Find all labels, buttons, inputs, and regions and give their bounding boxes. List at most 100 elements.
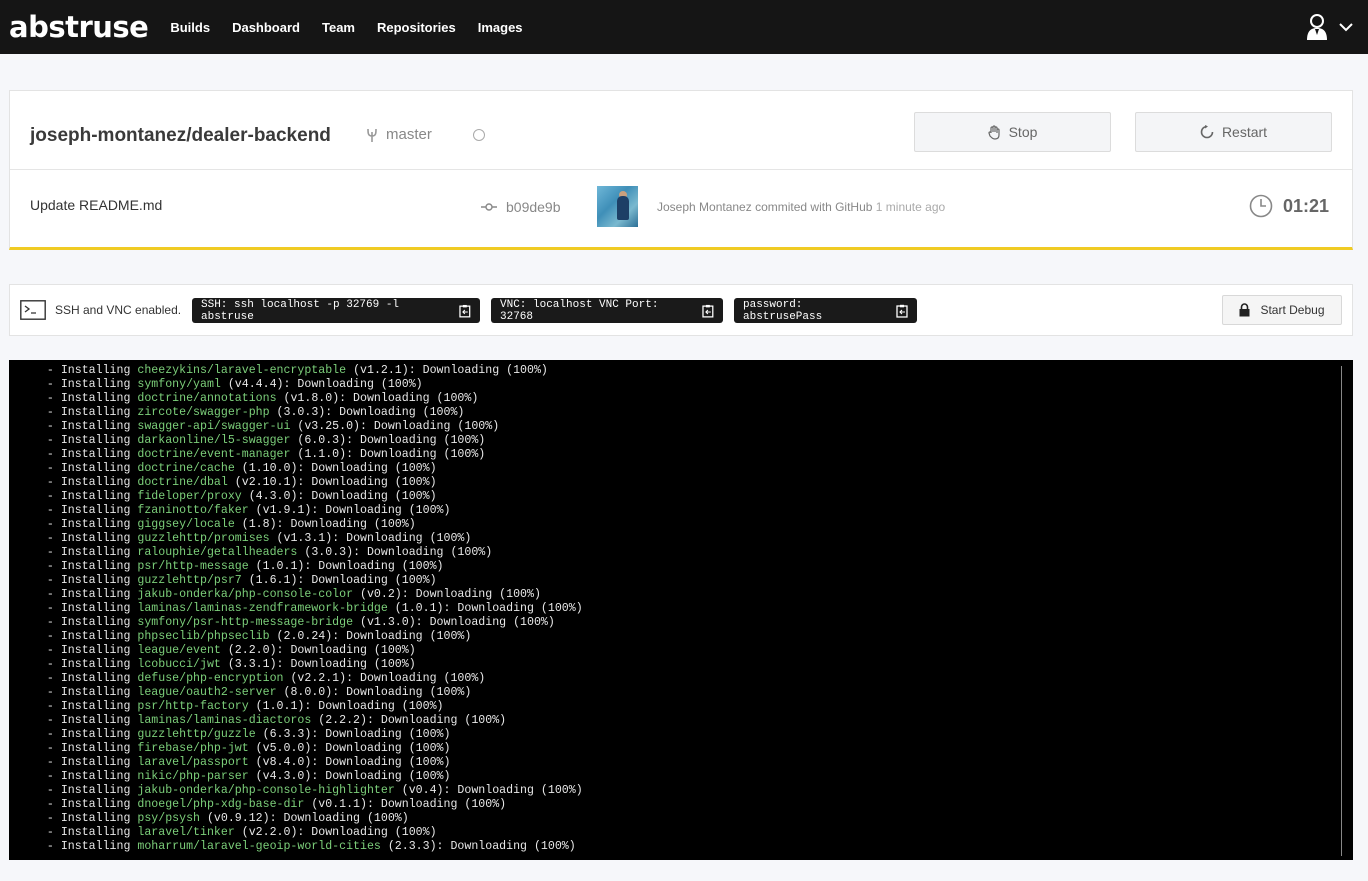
log-line: - Installing fideloper/proxy (4.3.0): Do… bbox=[33, 490, 1353, 504]
log-lines: - Installing cheezykins/laravel-encrypta… bbox=[33, 364, 1353, 854]
log-package: doctrine/dbal bbox=[137, 476, 228, 489]
log-suffix: (1.1.0): Downloading (100%) bbox=[290, 448, 486, 461]
commit-time-ago: 1 minute ago bbox=[875, 200, 946, 214]
log-package: laminas/laminas-diactoros bbox=[137, 714, 312, 727]
log-suffix: (v0.1.1): Downloading (100%) bbox=[304, 798, 507, 811]
log-line: - Installing ralouphie/getallheaders (3.… bbox=[33, 546, 1353, 560]
log-package: league/event bbox=[137, 644, 221, 657]
log-suffix: (3.0.3): Downloading (100%) bbox=[297, 546, 493, 559]
log-package: doctrine/cache bbox=[137, 462, 235, 475]
log-line: - Installing swagger-api/swagger-ui (v3.… bbox=[33, 420, 1353, 434]
log-suffix: (v3.25.0): Downloading (100%) bbox=[290, 420, 500, 433]
start-debug-label: Start Debug bbox=[1260, 303, 1325, 317]
log-package: swagger-api/swagger-ui bbox=[137, 420, 291, 433]
log-suffix: (v1.3.1): Downloading (100%) bbox=[269, 532, 472, 545]
repo-title[interactable]: joseph-montanez/dealer-backend bbox=[30, 125, 331, 147]
log-suffix: (8.0.0): Downloading (100%) bbox=[276, 686, 472, 699]
log-prefix: - Installing bbox=[33, 560, 138, 573]
log-line: - Installing dnoegel/php-xdg-base-dir (v… bbox=[33, 798, 1353, 812]
user-icon bbox=[1307, 14, 1327, 40]
log-package: nikic/php-parser bbox=[137, 770, 249, 783]
log-suffix: (1.0.1): Downloading (100%) bbox=[248, 700, 444, 713]
restart-button[interactable]: Restart bbox=[1135, 112, 1332, 152]
log-line: - Installing psr/http-factory (1.0.1): D… bbox=[33, 700, 1353, 714]
log-package: guzzlehttp/promises bbox=[137, 532, 270, 545]
hand-icon bbox=[987, 124, 1000, 140]
log-line: - Installing guzzlehttp/psr7 (1.6.1): Do… bbox=[33, 574, 1353, 588]
log-package: defuse/php-encryption bbox=[137, 672, 284, 685]
ssh-copy[interactable]: SSH: ssh localhost -p 32769 -l abstruse bbox=[192, 298, 480, 323]
log-prefix: - Installing bbox=[33, 490, 138, 503]
log-line: - Installing psy/psysh (v0.9.12): Downlo… bbox=[33, 812, 1353, 826]
log-suffix: (1.10.0): Downloading (100%) bbox=[234, 462, 437, 475]
app-logo[interactable]: abstruse bbox=[9, 10, 149, 44]
nav-dashboard[interactable]: Dashboard bbox=[232, 20, 300, 35]
log-prefix: - Installing bbox=[33, 658, 138, 671]
vnc-copy[interactable]: VNC: localhost VNC Port: 32768 bbox=[491, 298, 723, 323]
log-line: - Installing guzzlehttp/guzzle (6.3.3): … bbox=[33, 728, 1353, 742]
log-suffix: (v5.0.0): Downloading (100%) bbox=[248, 742, 451, 755]
log-prefix: - Installing bbox=[33, 742, 138, 755]
branch-icon bbox=[367, 128, 377, 142]
log-package: doctrine/annotations bbox=[137, 392, 277, 405]
log-package: laravel/tinker bbox=[137, 826, 235, 839]
log-suffix: (v1.3.0): Downloading (100%) bbox=[353, 616, 555, 629]
debug-status: SSH and VNC enabled. bbox=[55, 303, 182, 317]
commit-message: Update README.md bbox=[30, 197, 163, 213]
log-suffix: (2.0.24): Downloading (100%) bbox=[269, 630, 472, 643]
log-suffix: (v4.4.4): Downloading (100%) bbox=[220, 378, 423, 391]
log-line: - Installing defuse/php-encryption (v2.2… bbox=[33, 672, 1353, 686]
terminal-scrollbar[interactable] bbox=[1341, 366, 1342, 856]
log-package: jakub-onderka/php-console-color bbox=[137, 588, 354, 601]
log-suffix: (2.3.3): Downloading (100%) bbox=[380, 840, 576, 853]
log-suffix: (v1.8.0): Downloading (100%) bbox=[276, 392, 479, 405]
user-menu[interactable] bbox=[1306, 12, 1354, 42]
log-line: - Installing league/event (2.2.0): Downl… bbox=[33, 644, 1353, 658]
log-prefix: - Installing bbox=[33, 714, 138, 727]
log-prefix: - Installing bbox=[33, 616, 138, 629]
log-prefix: - Installing bbox=[33, 392, 138, 405]
log-suffix: (4.3.0): Downloading (100%) bbox=[241, 490, 437, 503]
log-line: - Installing laravel/tinker (v2.2.0): Do… bbox=[33, 826, 1353, 840]
log-prefix: - Installing bbox=[33, 700, 138, 713]
log-line: - Installing symfony/psr-http-message-br… bbox=[33, 616, 1353, 630]
log-prefix: - Installing bbox=[33, 630, 138, 643]
committer-avatar bbox=[597, 186, 638, 227]
password-info: password: abstrusePass bbox=[743, 298, 823, 323]
log-package: symfony/psr-http-message-bridge bbox=[137, 616, 354, 629]
nav-images[interactable]: Images bbox=[478, 20, 523, 35]
log-line: - Installing doctrine/cache (1.10.0): Do… bbox=[33, 462, 1353, 476]
log-suffix: (v0.9.12): Downloading (100%) bbox=[200, 812, 409, 825]
log-prefix: - Installing bbox=[33, 840, 138, 853]
log-line: - Installing league/oauth2-server (8.0.0… bbox=[33, 686, 1353, 700]
commit-sha[interactable]: b09de9b bbox=[481, 199, 561, 215]
build-log-terminal[interactable]: - Installing cheezykins/laravel-encrypta… bbox=[9, 360, 1353, 860]
log-line: - Installing jakub-onderka/php-console-c… bbox=[33, 588, 1353, 602]
clock-icon bbox=[1249, 194, 1273, 218]
log-package: laravel/passport bbox=[137, 756, 249, 769]
debug-bar: SSH and VNC enabled. SSH: ssh localhost … bbox=[9, 284, 1353, 336]
nav-builds[interactable]: Builds bbox=[170, 20, 210, 35]
log-prefix: - Installing bbox=[33, 462, 138, 475]
log-line: - Installing doctrine/annotations (v1.8.… bbox=[33, 392, 1353, 406]
log-line: - Installing symfony/yaml (v4.4.4): Down… bbox=[33, 378, 1353, 392]
log-suffix: (v8.4.0): Downloading (100%) bbox=[248, 756, 451, 769]
log-line: - Installing guzzlehttp/promises (v1.3.1… bbox=[33, 532, 1353, 546]
nav-team[interactable]: Team bbox=[322, 20, 355, 35]
committer-info: Joseph Montanez commited with GitHub 1 m… bbox=[657, 200, 945, 214]
password-copy[interactable]: password: abstrusePass bbox=[734, 298, 917, 323]
log-suffix: (6.0.3): Downloading (100%) bbox=[290, 434, 486, 447]
log-prefix: - Installing bbox=[33, 476, 138, 489]
nav-repositories[interactable]: Repositories bbox=[377, 20, 456, 35]
start-debug-button[interactable]: Start Debug bbox=[1222, 295, 1342, 325]
log-package: symfony/yaml bbox=[137, 378, 221, 391]
log-suffix: (v1.2.1): Downloading (100%) bbox=[346, 364, 548, 377]
log-suffix: (v4.3.0): Downloading (100%) bbox=[248, 770, 451, 783]
log-package: laminas/laminas-zendframework-bridge bbox=[137, 602, 388, 615]
stop-button[interactable]: Stop bbox=[914, 112, 1111, 152]
ssh-command: SSH: ssh localhost -p 32769 -l abstruse bbox=[201, 298, 400, 323]
log-prefix: - Installing bbox=[33, 602, 138, 615]
log-suffix: (v0.4): Downloading (100%) bbox=[394, 784, 583, 797]
build-card: joseph-montanez/dealer-backend master St… bbox=[9, 90, 1353, 250]
log-suffix: (v2.10.1): Downloading (100%) bbox=[227, 476, 437, 489]
